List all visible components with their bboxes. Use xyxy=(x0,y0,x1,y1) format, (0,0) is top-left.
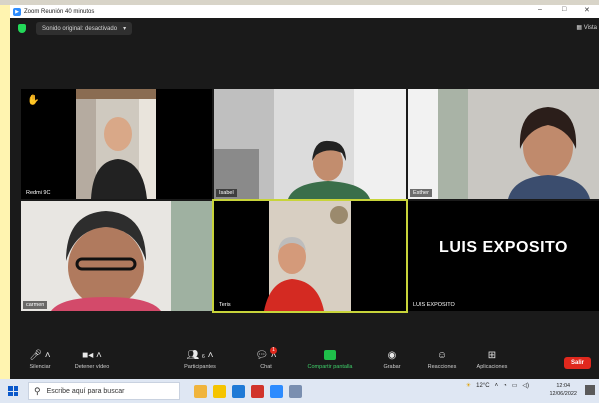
weather-icon: ☀ xyxy=(465,383,472,389)
stop-video-button[interactable]: ■◂ ˄ Detener vídeo xyxy=(62,348,122,370)
stop-video-label: Detener vídeo xyxy=(74,364,110,370)
title-bar: ▶ Zoom Reunión 40 minutos – □ ✕ xyxy=(10,5,599,18)
reactions-label: Reacciones xyxy=(427,364,457,370)
chevron-down-icon: ▾ xyxy=(123,25,127,32)
participant-name: Isabel xyxy=(216,189,237,197)
participant-display-name: LUIS EXPOSITO xyxy=(439,239,568,256)
search-placeholder: Escribe aquí para buscar xyxy=(46,387,125,395)
file-explorer-icon[interactable] xyxy=(213,384,226,398)
raised-hand-icon: ✋ xyxy=(27,95,40,106)
participants-label: Participantes xyxy=(184,364,216,370)
original-sound-toggle[interactable]: Sonido original: desactivado ▾ xyxy=(36,21,133,35)
participant-tile[interactable]: Esther xyxy=(408,89,599,199)
video-feed xyxy=(214,201,406,311)
participants-icon: 👥︎ 6 ˄ xyxy=(186,350,214,361)
participant-tile[interactable]: carmen xyxy=(21,201,212,311)
clock-time: 12:04 xyxy=(556,383,571,389)
apps-button[interactable]: ⊞ Aplicaciones xyxy=(462,348,522,370)
participant-name: Teris xyxy=(216,301,234,309)
mute-label: Silenciar xyxy=(29,364,51,370)
chevron-up-icon[interactable]: ˄ xyxy=(495,383,499,389)
chat-label: Chat xyxy=(260,364,272,370)
view-label: Vista xyxy=(583,25,597,31)
volume-icon[interactable]: ◁) xyxy=(522,382,529,389)
microphone-icon: 🎤︎ ˄ xyxy=(29,350,51,361)
network-icon[interactable]: ◔ xyxy=(503,383,507,389)
meeting-top-bar: Sonido original: desactivado ▾ ▦ Vista xyxy=(10,18,599,38)
clock-date: 12/06/2022 xyxy=(549,391,577,397)
participant-tile-video-off[interactable]: LUIS EXPOSITO LUIS EXPOSITO xyxy=(408,201,599,311)
participant-name: Redmi 9C xyxy=(23,189,54,197)
edge-browser-icon[interactable] xyxy=(232,384,245,398)
participant-name: LUIS EXPOSITO xyxy=(410,301,458,309)
zoom-app-icon[interactable] xyxy=(270,384,283,398)
close-icon[interactable]: ✕ xyxy=(584,6,590,14)
view-button[interactable]: ▦ Vista xyxy=(576,24,597,31)
battery-icon[interactable]: ▭ xyxy=(512,382,518,389)
participant-name: Esther xyxy=(410,189,432,197)
video-feed xyxy=(21,201,212,311)
zoom-logo-icon: ▶ xyxy=(13,7,21,16)
taskbar: ⚲ Escribe aquí para buscar ☀ 12°C ˄ ◔ ▭ … xyxy=(0,379,599,403)
share-screen-icon xyxy=(300,348,360,364)
apps-label: Aplicaciones xyxy=(476,364,508,370)
security-shield-icon[interactable] xyxy=(18,23,26,33)
notifications-icon[interactable] xyxy=(585,385,595,395)
share-screen-button[interactable]: Compartir pantalla xyxy=(300,348,360,370)
leave-button[interactable]: Salir xyxy=(563,357,591,369)
participant-tile[interactable]: Isabel xyxy=(214,89,406,199)
video-camera-icon: ■◂ ˄ xyxy=(82,350,102,361)
minimize-icon[interactable]: – xyxy=(538,6,542,13)
weather-temperature: 12°C xyxy=(476,382,490,389)
apps-icon: ⊞ xyxy=(487,350,497,361)
chat-icon: 💬︎ ˄ xyxy=(255,350,277,361)
taskbar-search[interactable]: ⚲ Escribe aquí para buscar xyxy=(28,382,180,400)
video-feed xyxy=(214,89,406,199)
meeting-controls: 🎤︎ ˄ Silenciar ■◂ ˄ Detener vídeo 👥︎ 6 ˄… xyxy=(10,345,599,379)
chat-button[interactable]: 💬︎ ˄ 1 Chat xyxy=(236,347,296,370)
participants-button[interactable]: 👥︎ 6 ˄ Participantes xyxy=(170,348,230,370)
participant-name: carmen xyxy=(23,301,48,309)
chat-badge: 1 xyxy=(270,347,277,354)
taskbar-app-icon[interactable] xyxy=(194,384,207,398)
video-feed xyxy=(76,89,156,199)
participants-count: 6 xyxy=(202,354,205,360)
mute-button[interactable]: 🎤︎ ˄ Silenciar xyxy=(10,348,70,370)
share-screen-label: Compartir pantalla xyxy=(307,364,353,370)
original-sound-label: Sonido original: desactivado xyxy=(42,25,118,32)
system-tray: ☀ 12°C ˄ ◔ ▭ ◁) xyxy=(461,382,529,390)
search-icon: ⚲ xyxy=(34,385,41,396)
participant-tile[interactable]: ✋ Redmi 9C xyxy=(21,89,212,199)
pdf-app-icon[interactable] xyxy=(251,384,264,398)
taskbar-app-icon[interactable] xyxy=(289,384,302,398)
windows-start-icon[interactable] xyxy=(8,386,18,396)
desktop-edge xyxy=(0,5,10,379)
window-title: Zoom Reunión 40 minutos xyxy=(24,8,95,15)
zoom-window: ▶ Zoom Reunión 40 minutos – □ ✕ Sonido o… xyxy=(10,5,599,379)
active-speaker-tile[interactable]: Teris xyxy=(212,199,408,313)
maximize-icon[interactable]: □ xyxy=(562,6,566,13)
record-label: Grabar xyxy=(383,364,401,370)
clock[interactable]: 12:04 12/06/2022 xyxy=(549,382,577,398)
video-feed xyxy=(408,89,599,199)
